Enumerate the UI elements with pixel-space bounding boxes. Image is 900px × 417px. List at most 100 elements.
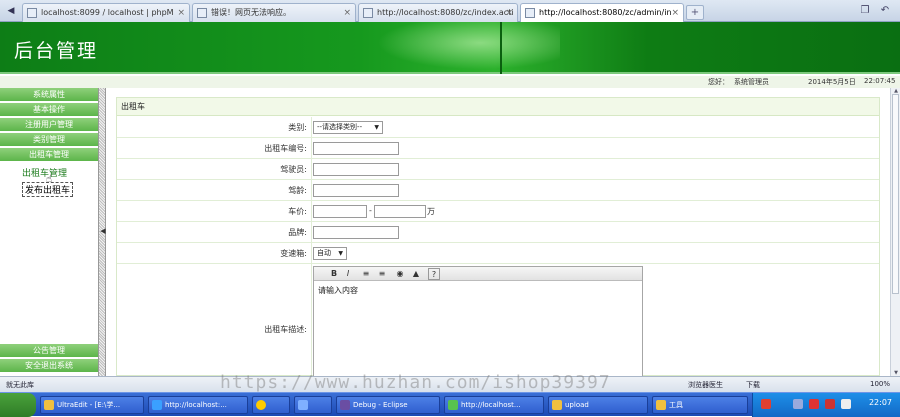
tray-icon[interactable] <box>825 399 835 409</box>
category-select-value: --请选择类别-- <box>317 123 363 131</box>
row-description: 出租车描述: B I ≡ ≡ ◉ ▲ ? 请输入内容 <box>117 264 879 386</box>
menu-user-management[interactable]: 注册用户管理 <box>0 118 98 132</box>
menu-taxi-management[interactable]: 出租车管理 <box>0 148 98 162</box>
current-time: 22:07:45 <box>864 77 896 85</box>
download-button[interactable]: 下载 <box>746 380 760 390</box>
app-icon <box>298 400 308 410</box>
site-header: 后台管理 <box>0 22 900 74</box>
tray-icon[interactable] <box>761 399 771 409</box>
italic-icon[interactable]: I <box>342 268 354 280</box>
current-date: 2014年5月5日 <box>808 78 856 86</box>
row-brand: 品牌: <box>117 222 879 243</box>
bold-icon[interactable]: B <box>328 268 340 280</box>
browser-doctor[interactable]: 浏览器医生 <box>688 380 723 390</box>
windows-taskbar: UltraEdit - [E:\学... http://localhost:..… <box>0 392 900 417</box>
row-transmission: 变速箱: 自动 ▼ <box>117 243 879 264</box>
tray-icon[interactable] <box>841 399 851 409</box>
driving-age-label: 驾龄: <box>288 186 307 195</box>
task-tools-folder[interactable]: 工具 <box>652 396 748 414</box>
tray-icon[interactable] <box>809 399 819 409</box>
taskbar-clock[interactable]: 22:07 <box>869 398 892 407</box>
price-max-input[interactable] <box>374 205 426 218</box>
greeting: 您好： <box>708 78 729 86</box>
menu-notice-management[interactable]: 公告管理 <box>0 344 98 358</box>
brand-input[interactable] <box>313 226 399 239</box>
row-divider <box>311 243 312 263</box>
taxi-number-label: 出租车编号: <box>264 144 307 153</box>
tab-phpmyadmin[interactable]: localhost:8099 / localhost | phpM × <box>22 3 190 22</box>
form-caption: 出租车 <box>117 98 879 116</box>
browser-tab-bar: ◀ localhost:8099 / localhost | phpM × 错误… <box>0 0 900 22</box>
close-icon[interactable]: × <box>343 4 351 22</box>
close-icon[interactable]: × <box>177 4 185 22</box>
task-qq[interactable] <box>252 396 290 414</box>
scroll-thumb[interactable] <box>892 94 899 294</box>
price-min-input[interactable] <box>313 205 367 218</box>
task-eclipse[interactable]: Debug - Eclipse <box>336 396 440 414</box>
page-icon <box>363 8 373 18</box>
close-icon[interactable]: × <box>671 4 679 22</box>
row-divider <box>311 201 312 221</box>
folder-icon <box>552 400 562 410</box>
transmission-select-value: 自动 <box>317 249 331 257</box>
tab-error[interactable]: 错误！网页无法响应。 × <box>192 3 356 22</box>
row-divider <box>311 138 312 158</box>
taxi-form: 出租车 类别: --请选择类别-- ▼ 出租车编号: 驾驶员: 驾龄: 车价: … <box>116 97 880 386</box>
start-button[interactable] <box>0 393 36 417</box>
link-icon[interactable]: ◉ <box>394 268 406 280</box>
undo-icon[interactable]: ↶ <box>878 4 892 18</box>
tab-index[interactable]: http://localhost:8080/zc/index.acti × <box>358 3 518 22</box>
sidebar-splitter[interactable]: ◀ <box>98 88 106 376</box>
page-icon <box>197 8 207 18</box>
zoom-level[interactable]: 100% <box>870 380 890 388</box>
submenu-taxi-manage[interactable]: 出租车管理 <box>22 166 67 179</box>
task-browser[interactable]: http://localhost:... <box>148 396 248 414</box>
row-divider <box>311 159 312 179</box>
page-scrollbar[interactable]: ▲ ▼ <box>890 88 900 376</box>
menu-system-properties[interactable]: 系统属性 <box>0 88 98 102</box>
transmission-label: 变速箱: <box>280 249 307 258</box>
category-select[interactable]: --请选择类别-- ▼ <box>313 121 383 134</box>
editor-toolbar: B I ≡ ≡ ◉ ▲ ? <box>314 267 642 281</box>
browser-icon <box>448 400 458 410</box>
taxi-number-input[interactable] <box>313 142 399 155</box>
driver-input[interactable] <box>313 163 399 176</box>
restore-icon[interactable]: ❐ <box>858 4 872 18</box>
driving-age-input[interactable] <box>313 184 399 197</box>
new-tab-button[interactable]: + <box>686 5 704 20</box>
tab-label: http://localhost:8080/zc/index.acti <box>377 8 514 17</box>
help-icon[interactable]: ? <box>428 268 440 280</box>
page-icon <box>525 8 535 18</box>
app-icon <box>44 400 54 410</box>
back-icon[interactable]: ◀ <box>4 4 18 18</box>
eclipse-icon <box>340 400 350 410</box>
editor-content[interactable]: 请输入内容 <box>314 281 642 300</box>
price-label: 车价: <box>288 207 307 216</box>
close-icon[interactable]: × <box>505 4 513 22</box>
rich-text-editor[interactable]: B I ≡ ≡ ◉ ▲ ? 请输入内容 <box>313 266 643 386</box>
status-text: 就无此库 <box>6 381 34 389</box>
dropdown-arrow-icon: ▼ <box>374 124 379 131</box>
tab-admin[interactable]: http://localhost:8080/zc/admin/in × <box>520 3 684 22</box>
collapse-arrow-icon[interactable]: ◀ <box>99 226 107 236</box>
sidebar: 系统属性 基本操作 注册用户管理 类别管理 出租车管理 出租车管理 发布出租车 … <box>0 88 98 376</box>
unordered-list-icon[interactable]: ≡ <box>376 268 388 280</box>
row-category: 类别: --请选择类别-- ▼ <box>117 117 879 138</box>
system-tray: 22:07 <box>752 393 900 417</box>
task-app[interactable] <box>294 396 332 414</box>
transmission-select[interactable]: 自动 ▼ <box>313 247 347 260</box>
ordered-list-icon[interactable]: ≡ <box>360 268 372 280</box>
driver-label: 驾驶员: <box>280 165 307 174</box>
menu-category-management[interactable]: 类别管理 <box>0 133 98 147</box>
tab-label: 错误！网页无法响应。 <box>211 8 291 17</box>
tray-icon[interactable] <box>793 399 803 409</box>
task-browser-2[interactable]: http://localhost... <box>444 396 544 414</box>
menu-basic-operations[interactable]: 基本操作 <box>0 103 98 117</box>
description-label: 出租车描述: <box>264 325 307 334</box>
image-icon[interactable]: ▲ <box>410 268 422 280</box>
hand-cursor-icon: ☝ <box>46 174 53 185</box>
task-ultraedit[interactable]: UltraEdit - [E:\学... <box>40 396 144 414</box>
menu-logout[interactable]: 安全退出系统 <box>0 359 98 373</box>
row-price: 车价: - 万 <box>117 201 879 222</box>
task-upload-folder[interactable]: upload <box>548 396 648 414</box>
